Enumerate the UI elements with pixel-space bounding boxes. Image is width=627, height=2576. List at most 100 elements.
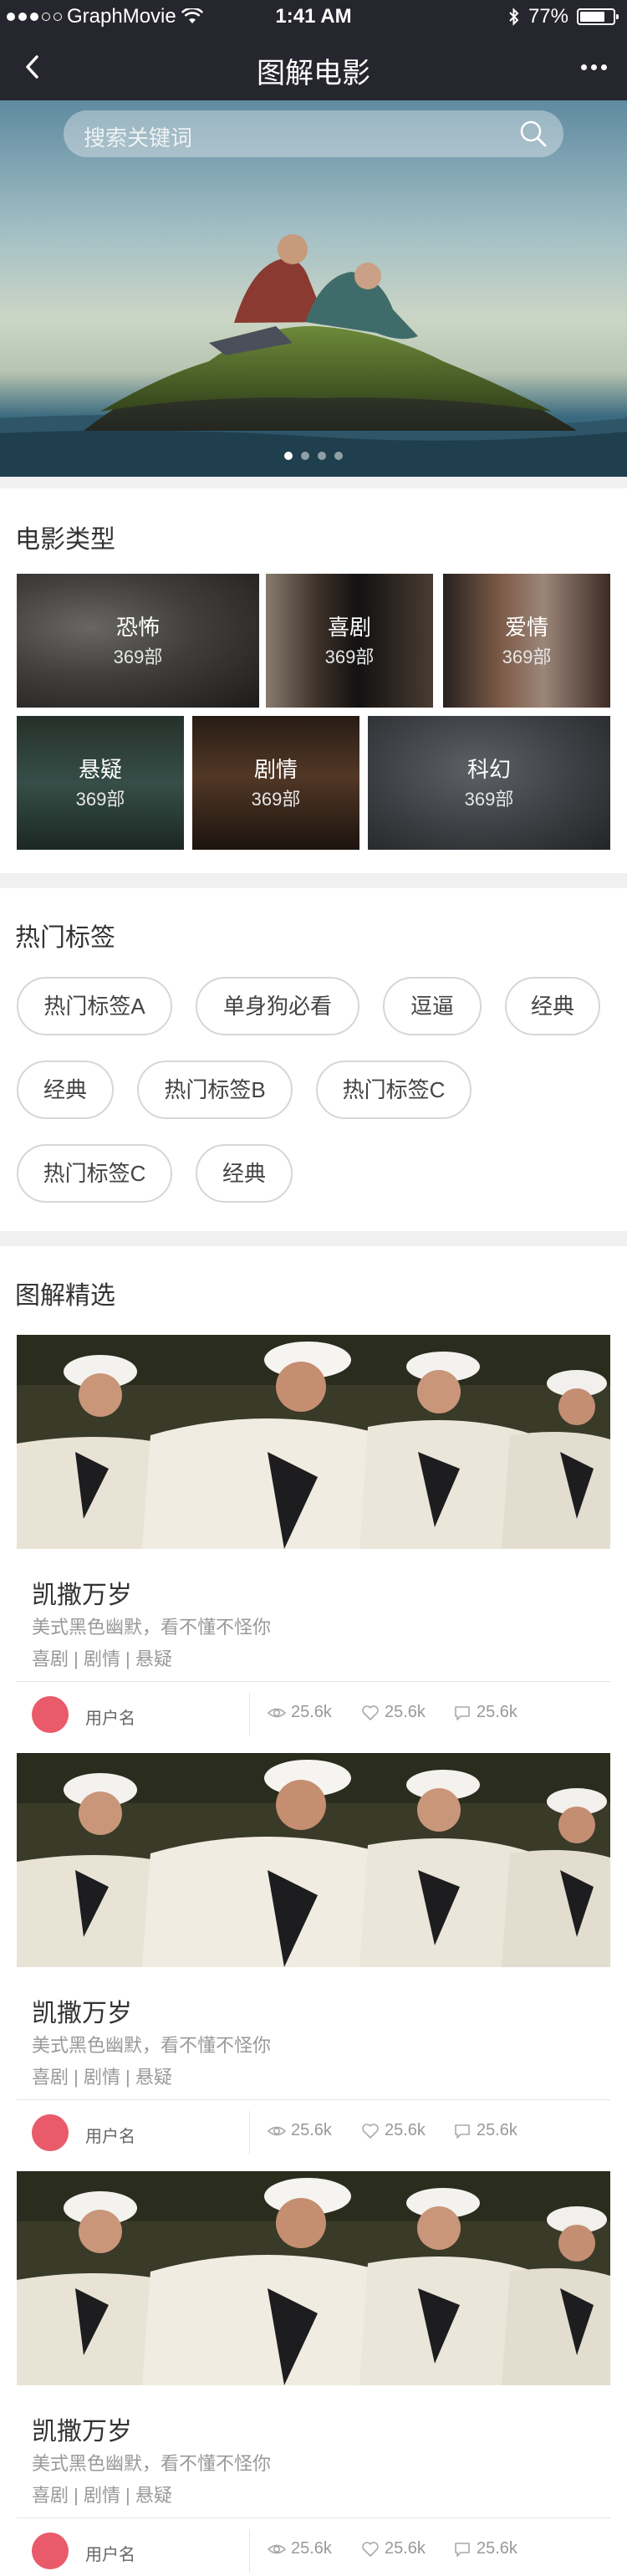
username[interactable]: 用户名: [85, 1705, 135, 1729]
comments-count: 25.6k: [477, 2539, 517, 2558]
search-placeholder: 搜索关键词: [84, 125, 193, 151]
card-description: 美式黑色幽默，看不懂不怪你: [32, 2453, 272, 2474]
comment-icon: [455, 2124, 470, 2139]
featured-card[interactable]: 凯撒万岁 美式黑色幽默，看不懂不怪你 喜剧 | 剧情 | 悬疑 用户名 25.6…: [17, 2171, 610, 2576]
views-stat: 25.6k: [268, 2539, 332, 2558]
carousel-dot[interactable]: [284, 452, 293, 460]
carousel-dot[interactable]: [301, 452, 309, 460]
category-card-horror[interactable]: 恐怖 369部: [17, 574, 259, 708]
category-name: 喜剧: [327, 615, 371, 640]
views-stat: 25.6k: [268, 2121, 332, 2140]
category-card-mystery[interactable]: 悬疑 369部: [17, 716, 184, 850]
search-input[interactable]: 搜索关键词: [64, 110, 563, 157]
comment-icon: [455, 2542, 470, 2557]
more-dot: [590, 64, 597, 70]
comments-count: 25.6k: [477, 2121, 517, 2139]
comments-stat[interactable]: 25.6k: [453, 2121, 517, 2140]
likes-count: 25.6k: [385, 1703, 426, 1721]
category-name: 剧情: [253, 757, 298, 782]
status-right: 77%: [508, 5, 619, 28]
avatar[interactable]: [32, 2114, 69, 2151]
comment-icon: [455, 1705, 470, 1720]
battery-percent: 77%: [528, 5, 568, 28]
more-dot: [580, 64, 587, 70]
poster-image: [17, 1753, 610, 1967]
poster-image: [17, 2171, 610, 2385]
likes-stat[interactable]: 25.6k: [361, 2121, 426, 2140]
views-count: 25.6k: [291, 2121, 332, 2139]
views-count: 25.6k: [291, 1703, 332, 1721]
heart-icon: [362, 2123, 379, 2139]
card-divider: [17, 1681, 610, 1682]
card-description: 美式黑色幽默，看不懂不怪你: [32, 2035, 272, 2056]
category-card-romance[interactable]: 爱情 369部: [443, 574, 610, 708]
category-card-scifi[interactable]: 科幻 369部: [368, 716, 610, 850]
card-description: 美式黑色幽默，看不懂不怪你: [32, 1617, 272, 1638]
username[interactable]: 用户名: [85, 2541, 135, 2565]
category-count: 369部: [113, 647, 163, 667]
hot-tag[interactable]: 单身狗必看: [196, 977, 359, 1035]
hot-tag[interactable]: 热门标签A: [17, 977, 172, 1035]
views-count: 25.6k: [291, 2539, 332, 2558]
category-card-comedy[interactable]: 喜剧 369部: [266, 574, 433, 708]
card-tags: 喜剧 | 剧情 | 悬疑: [32, 2485, 172, 2506]
category-name: 恐怖: [115, 615, 160, 640]
card-poster[interactable]: [17, 1335, 610, 1549]
more-dot: [600, 64, 607, 70]
nav-bar: 图解电影: [0, 33, 627, 100]
featured-card[interactable]: 凯撒万岁 美式黑色幽默，看不懂不怪你 喜剧 | 剧情 | 悬疑 用户名 25.6…: [17, 1335, 610, 1753]
heart-icon: [362, 2541, 379, 2557]
avatar[interactable]: [32, 2533, 69, 2569]
category-name: 悬疑: [78, 757, 122, 782]
category-card-drama[interactable]: 剧情 369部: [192, 716, 359, 850]
comments-stat[interactable]: 25.6k: [453, 1703, 517, 1722]
page-title: 图解电影: [257, 58, 370, 89]
search-icon[interactable]: [518, 119, 548, 149]
category-name: 爱情: [504, 615, 548, 640]
more-button[interactable]: [575, 52, 612, 82]
comments-stat[interactable]: 25.6k: [453, 2539, 517, 2558]
hot-tag[interactable]: 逗逼: [383, 977, 482, 1035]
category-count: 369部: [251, 789, 301, 810]
hot-tag[interactable]: 经典: [17, 1061, 114, 1119]
eye-icon: [268, 2126, 286, 2135]
battery-icon: [577, 8, 619, 25]
category-section: 电影类型 恐怖 369部 喜剧 369部 爱情 369部 悬疑 369部 剧情 …: [0, 488, 627, 873]
status-bar: GraphMovie 1:41 AM 77%: [0, 0, 627, 33]
card-title: 凯撒万岁: [32, 2000, 132, 2027]
bluetooth-icon: [509, 8, 519, 26]
card-tags: 喜剧 | 剧情 | 悬疑: [32, 1648, 172, 1669]
likes-stat[interactable]: 25.6k: [361, 2539, 426, 2558]
eye-icon: [268, 2544, 286, 2553]
card-poster[interactable]: [17, 1753, 610, 1967]
hot-tag[interactable]: 热门标签C: [17, 1144, 172, 1203]
likes-stat[interactable]: 25.6k: [361, 1703, 426, 1722]
hot-tag[interactable]: 经典: [505, 977, 600, 1035]
featured-section: 图解精选 凯撒万岁 美式黑色幽默，看不懂不怪你 喜剧 | 剧情 | 悬疑 用户名…: [0, 1246, 627, 2576]
category-count: 369部: [324, 647, 375, 667]
carousel-dot[interactable]: [318, 452, 326, 460]
hot-tag[interactable]: 热门标签B: [137, 1061, 293, 1119]
card-divider: [17, 2099, 610, 2100]
vertical-divider: [249, 2111, 250, 2154]
username[interactable]: 用户名: [85, 2123, 135, 2147]
category-count: 369部: [464, 789, 514, 810]
carousel-dot[interactable]: [334, 452, 343, 460]
section-title: 热门标签: [15, 924, 115, 952]
avatar[interactable]: [32, 1696, 69, 1733]
vertical-divider: [249, 2529, 250, 2573]
category-name: 科幻: [466, 757, 511, 782]
hot-tag[interactable]: 经典: [196, 1144, 293, 1203]
poster-image: [17, 1335, 610, 1549]
carousel-indicators: [0, 452, 627, 460]
banner-carousel[interactable]: 搜索关键词: [0, 100, 627, 477]
card-divider: [17, 2517, 610, 2518]
card-poster[interactable]: [17, 2171, 610, 2385]
views-stat: 25.6k: [268, 1703, 332, 1722]
hot-tag[interactable]: 热门标签C: [316, 1061, 472, 1119]
comments-count: 25.6k: [477, 1703, 517, 1721]
category-count: 369部: [75, 789, 125, 810]
featured-card[interactable]: 凯撒万岁 美式黑色幽默，看不懂不怪你 喜剧 | 剧情 | 悬疑 用户名 25.6…: [17, 1753, 610, 2171]
hot-tags-section: 热门标签 热门标签A 单身狗必看 逗逼 经典 经典 热门标签B 热门标签C 热门…: [0, 888, 627, 1231]
card-title: 凯撒万岁: [32, 1582, 132, 1609]
